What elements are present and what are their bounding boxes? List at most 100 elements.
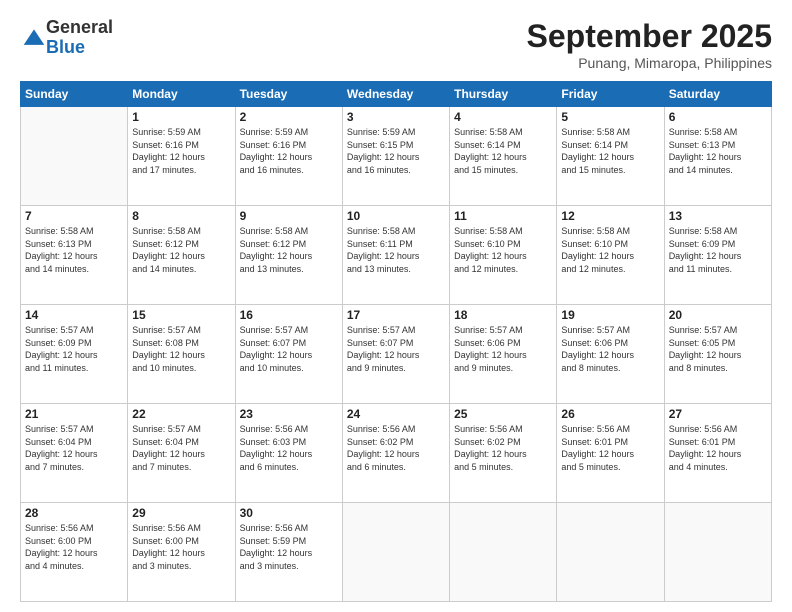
day-info: Sunrise: 5:58 AMSunset: 6:10 PMDaylight:… bbox=[454, 225, 552, 275]
calendar-cell: 7 Sunrise: 5:58 AMSunset: 6:13 PMDaylight… bbox=[21, 206, 128, 305]
day-number: 19 bbox=[561, 308, 659, 322]
weekday-header: Thursday bbox=[450, 82, 557, 107]
calendar-cell: 25Sunrise: 5:56 AMSunset: 6:02 PMDayligh… bbox=[450, 404, 557, 503]
day-info: Sunrise: 5:56 AMSunset: 6:01 PMDaylight:… bbox=[669, 423, 767, 473]
calendar-cell: 28Sunrise: 5:56 AMSunset: 6:00 PMDayligh… bbox=[21, 503, 128, 602]
calendar-header-row: SundayMondayTuesdayWednesdayThursdayFrid… bbox=[21, 82, 772, 107]
day-info: Sunrise: 5:58 AMSunset: 6:12 PMDaylight:… bbox=[132, 225, 230, 275]
day-number: 27 bbox=[669, 407, 767, 421]
day-info: Sunrise: 5:57 AMSunset: 6:04 PMDaylight:… bbox=[132, 423, 230, 473]
day-info: Sunrise: 5:57 AMSunset: 6:08 PMDaylight:… bbox=[132, 324, 230, 374]
calendar-cell: 6 Sunrise: 5:58 AMSunset: 6:13 PMDaylight… bbox=[664, 107, 771, 206]
calendar-cell: 23 Sunrise: 5:56 AMSunset: 6:03 PMDayligh… bbox=[235, 404, 342, 503]
calendar-cell: 9 Sunrise: 5:58 AMSunset: 6:12 PMDaylight… bbox=[235, 206, 342, 305]
day-number: 29 bbox=[132, 506, 230, 520]
calendar-cell: 26 Sunrise: 5:56 AMSunset: 6:01 PMDayligh… bbox=[557, 404, 664, 503]
weekday-header: Wednesday bbox=[342, 82, 449, 107]
calendar-cell: 29 Sunrise: 5:56 AMSunset: 6:00 PMDayligh… bbox=[128, 503, 235, 602]
weekday-header: Sunday bbox=[21, 82, 128, 107]
day-number: 17 bbox=[347, 308, 445, 322]
day-info: Sunrise: 5:56 AMSunset: 6:00 PMDaylight:… bbox=[25, 522, 123, 572]
day-number: 30 bbox=[240, 506, 338, 520]
calendar-cell: 15Sunrise: 5:57 AMSunset: 6:08 PMDayligh… bbox=[128, 305, 235, 404]
day-number: 7 bbox=[25, 209, 123, 223]
calendar-cell: 10 Sunrise: 5:58 AMSunset: 6:11 PMDayligh… bbox=[342, 206, 449, 305]
day-number: 20 bbox=[669, 308, 767, 322]
day-number: 22 bbox=[132, 407, 230, 421]
day-number: 6 bbox=[669, 110, 767, 124]
day-info: Sunrise: 5:58 AMSunset: 6:14 PMDaylight:… bbox=[561, 126, 659, 176]
day-info: Sunrise: 5:57 AMSunset: 6:06 PMDaylight:… bbox=[454, 324, 552, 374]
day-info: Sunrise: 5:56 AMSunset: 6:01 PMDaylight:… bbox=[561, 423, 659, 473]
day-number: 8 bbox=[132, 209, 230, 223]
day-info: Sunrise: 5:58 AMSunset: 6:12 PMDaylight:… bbox=[240, 225, 338, 275]
day-number: 11 bbox=[454, 209, 552, 223]
header: General Blue September 2025 Punang, Mima… bbox=[20, 18, 772, 71]
calendar-cell: 3 Sunrise: 5:59 AMSunset: 6:15 PMDaylight… bbox=[342, 107, 449, 206]
day-info: Sunrise: 5:58 AMSunset: 6:13 PMDaylight:… bbox=[669, 126, 767, 176]
day-info: Sunrise: 5:58 AMSunset: 6:09 PMDaylight:… bbox=[669, 225, 767, 275]
day-info: Sunrise: 5:58 AMSunset: 6:14 PMDaylight:… bbox=[454, 126, 552, 176]
day-number: 1 bbox=[132, 110, 230, 124]
day-info: Sunrise: 5:56 AMSunset: 6:03 PMDaylight:… bbox=[240, 423, 338, 473]
day-number: 10 bbox=[347, 209, 445, 223]
day-info: Sunrise: 5:56 AMSunset: 5:59 PMDaylight:… bbox=[240, 522, 338, 572]
day-info: Sunrise: 5:57 AMSunset: 6:07 PMDaylight:… bbox=[347, 324, 445, 374]
calendar-cell: 17 Sunrise: 5:57 AMSunset: 6:07 PMDayligh… bbox=[342, 305, 449, 404]
logo-general: General bbox=[46, 18, 113, 38]
logo-blue: Blue bbox=[46, 38, 113, 58]
calendar-week-row: 28Sunrise: 5:56 AMSunset: 6:00 PMDayligh… bbox=[21, 503, 772, 602]
day-number: 5 bbox=[561, 110, 659, 124]
calendar-cell: 14 Sunrise: 5:57 AMSunset: 6:09 PMDayligh… bbox=[21, 305, 128, 404]
calendar-cell: 30 Sunrise: 5:56 AMSunset: 5:59 PMDayligh… bbox=[235, 503, 342, 602]
day-number: 23 bbox=[240, 407, 338, 421]
day-info: Sunrise: 5:59 AMSunset: 6:16 PMDaylight:… bbox=[240, 126, 338, 176]
calendar-cell: 27 Sunrise: 5:56 AMSunset: 6:01 PMDayligh… bbox=[664, 404, 771, 503]
day-info: Sunrise: 5:57 AMSunset: 6:04 PMDaylight:… bbox=[25, 423, 123, 473]
day-number: 16 bbox=[240, 308, 338, 322]
calendar-cell: 5 Sunrise: 5:58 AMSunset: 6:14 PMDaylight… bbox=[557, 107, 664, 206]
page: General Blue September 2025 Punang, Mima… bbox=[0, 0, 792, 612]
weekday-header: Monday bbox=[128, 82, 235, 107]
calendar-cell: 4 Sunrise: 5:58 AMSunset: 6:14 PMDaylight… bbox=[450, 107, 557, 206]
day-number: 3 bbox=[347, 110, 445, 124]
day-number: 26 bbox=[561, 407, 659, 421]
calendar-cell: 2 Sunrise: 5:59 AMSunset: 6:16 PMDaylight… bbox=[235, 107, 342, 206]
weekday-header: Tuesday bbox=[235, 82, 342, 107]
day-number: 12 bbox=[561, 209, 659, 223]
weekday-header: Saturday bbox=[664, 82, 771, 107]
calendar-cell bbox=[342, 503, 449, 602]
day-number: 24 bbox=[347, 407, 445, 421]
calendar-cell: 16Sunrise: 5:57 AMSunset: 6:07 PMDayligh… bbox=[235, 305, 342, 404]
day-number: 2 bbox=[240, 110, 338, 124]
day-info: Sunrise: 5:57 AMSunset: 6:09 PMDaylight:… bbox=[25, 324, 123, 374]
day-info: Sunrise: 5:57 AMSunset: 6:06 PMDaylight:… bbox=[561, 324, 659, 374]
calendar-cell: 11 Sunrise: 5:58 AMSunset: 6:10 PMDayligh… bbox=[450, 206, 557, 305]
calendar-cell bbox=[664, 503, 771, 602]
day-info: Sunrise: 5:56 AMSunset: 6:00 PMDaylight:… bbox=[132, 522, 230, 572]
day-info: Sunrise: 5:56 AMSunset: 6:02 PMDaylight:… bbox=[347, 423, 445, 473]
day-info: Sunrise: 5:58 AMSunset: 6:10 PMDaylight:… bbox=[561, 225, 659, 275]
day-info: Sunrise: 5:58 AMSunset: 6:11 PMDaylight:… bbox=[347, 225, 445, 275]
calendar-week-row: 14 Sunrise: 5:57 AMSunset: 6:09 PMDayligh… bbox=[21, 305, 772, 404]
logo-text: General Blue bbox=[46, 18, 113, 58]
day-number: 18 bbox=[454, 308, 552, 322]
calendar-cell: 19 Sunrise: 5:57 AMSunset: 6:06 PMDayligh… bbox=[557, 305, 664, 404]
calendar-cell bbox=[557, 503, 664, 602]
calendar-week-row: 21 Sunrise: 5:57 AMSunset: 6:04 PMDayligh… bbox=[21, 404, 772, 503]
calendar-week-row: 1 Sunrise: 5:59 AMSunset: 6:16 PMDaylight… bbox=[21, 107, 772, 206]
day-number: 25 bbox=[454, 407, 552, 421]
location: Punang, Mimaropa, Philippines bbox=[527, 55, 772, 71]
day-number: 14 bbox=[25, 308, 123, 322]
day-number: 21 bbox=[25, 407, 123, 421]
day-number: 4 bbox=[454, 110, 552, 124]
day-number: 9 bbox=[240, 209, 338, 223]
calendar-cell: 18 Sunrise: 5:57 AMSunset: 6:06 PMDayligh… bbox=[450, 305, 557, 404]
weekday-header: Friday bbox=[557, 82, 664, 107]
calendar-cell: 22 Sunrise: 5:57 AMSunset: 6:04 PMDayligh… bbox=[128, 404, 235, 503]
day-info: Sunrise: 5:58 AMSunset: 6:13 PMDaylight:… bbox=[25, 225, 123, 275]
calendar-table: SundayMondayTuesdayWednesdayThursdayFrid… bbox=[20, 81, 772, 602]
day-info: Sunrise: 5:59 AMSunset: 6:16 PMDaylight:… bbox=[132, 126, 230, 176]
day-info: Sunrise: 5:57 AMSunset: 6:05 PMDaylight:… bbox=[669, 324, 767, 374]
day-info: Sunrise: 5:59 AMSunset: 6:15 PMDaylight:… bbox=[347, 126, 445, 176]
